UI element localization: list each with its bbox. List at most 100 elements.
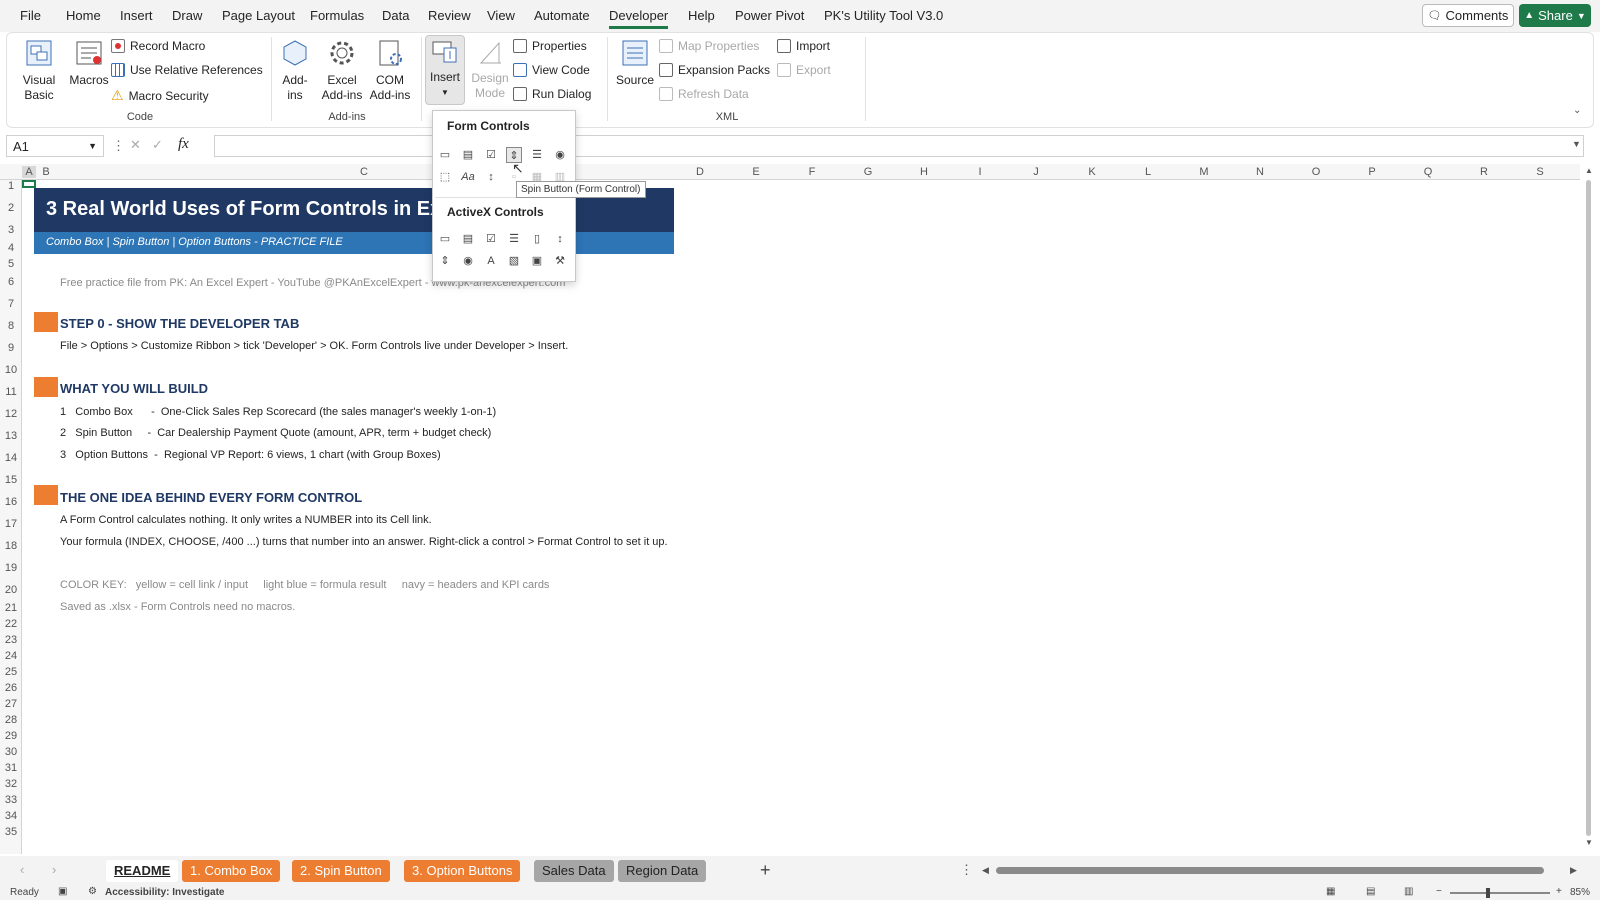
row-header[interactable]: 32 bbox=[0, 778, 22, 790]
label-icon[interactable]: Aa bbox=[460, 169, 476, 185]
row-header[interactable]: 12 bbox=[0, 408, 22, 420]
column-header[interactable]: O bbox=[1288, 166, 1344, 178]
row-header[interactable]: 15 bbox=[0, 474, 22, 486]
refresh-data-button[interactable]: Refresh Data bbox=[659, 87, 749, 101]
scroll-left-icon[interactable]: ◀ bbox=[982, 865, 989, 876]
row-header[interactable]: 35 bbox=[0, 826, 22, 838]
row-header[interactable]: 17 bbox=[0, 518, 22, 530]
row-header[interactable]: 14 bbox=[0, 452, 22, 464]
sheet-tab[interactable]: 1. Combo Box bbox=[182, 860, 281, 882]
row-header[interactable]: 33 bbox=[0, 794, 22, 806]
excel-add-ins-button[interactable]: Excel Add-ins bbox=[319, 37, 365, 103]
enter-check-icon[interactable]: ✓ bbox=[152, 137, 163, 153]
checkbox-icon[interactable]: ☑ bbox=[483, 147, 499, 163]
column-header[interactable]: E bbox=[728, 166, 784, 178]
tab-view[interactable]: View bbox=[487, 8, 515, 23]
row-header[interactable]: 2 bbox=[0, 202, 22, 214]
macro-record-icon[interactable]: ▣ bbox=[58, 886, 67, 897]
more-options-icon[interactable]: ⋮ bbox=[960, 862, 973, 878]
row-header[interactable]: 7 bbox=[0, 298, 22, 310]
column-header[interactable]: B bbox=[36, 166, 56, 178]
row-header[interactable]: 29 bbox=[0, 730, 22, 742]
sheet-tab[interactable]: Sales Data bbox=[534, 860, 614, 882]
column-header[interactable]: H bbox=[896, 166, 952, 178]
row-header[interactable]: 16 bbox=[0, 496, 22, 508]
expand-formula-icon[interactable]: ▼ bbox=[1572, 139, 1581, 149]
column-header[interactable]: M bbox=[1176, 166, 1232, 178]
option-button-icon[interactable]: ◉ bbox=[460, 253, 476, 269]
tab-data[interactable]: Data bbox=[382, 8, 409, 23]
spin-button-icon[interactable]: ⇕ bbox=[437, 253, 453, 269]
sheet-tab[interactable]: 2. Spin Button bbox=[292, 860, 390, 882]
more-controls-icon[interactable]: ⚒ bbox=[552, 253, 568, 269]
record-macro-button[interactable]: Record Macro bbox=[111, 39, 205, 53]
tab-formulas[interactable]: Formulas bbox=[310, 8, 364, 23]
sheet-tab[interactable]: 3. Option Buttons bbox=[404, 860, 521, 882]
row-header[interactable]: 6 bbox=[0, 276, 22, 288]
column-header[interactable]: L bbox=[1120, 166, 1176, 178]
zoom-level[interactable]: 85% bbox=[1570, 887, 1590, 898]
tab-power-pivot[interactable]: Power Pivot bbox=[735, 8, 804, 23]
selected-cell-a1[interactable] bbox=[22, 180, 36, 188]
column-header[interactable]: K bbox=[1064, 166, 1120, 178]
export-button[interactable]: Export bbox=[777, 63, 831, 77]
column-header[interactable]: G bbox=[840, 166, 896, 178]
row-header[interactable]: 20 bbox=[0, 584, 22, 596]
label-icon[interactable]: A bbox=[483, 253, 499, 269]
tab-developer[interactable]: Developer bbox=[609, 8, 669, 29]
row-header[interactable]: 1 bbox=[0, 180, 22, 192]
row-header[interactable]: 5 bbox=[0, 258, 22, 270]
scroll-right-icon[interactable]: ▶ bbox=[1570, 865, 1577, 876]
scroll-bar-icon[interactable]: ↕ bbox=[552, 231, 568, 247]
row-header[interactable]: 31 bbox=[0, 762, 22, 774]
tab-review[interactable]: Review bbox=[428, 8, 471, 23]
properties-button[interactable]: Properties bbox=[513, 39, 587, 53]
name-box[interactable]: A1 ▼ bbox=[6, 135, 104, 157]
tab-insert[interactable]: Insert bbox=[120, 8, 153, 23]
design-mode-button[interactable]: Design Mode bbox=[469, 37, 511, 101]
row-header[interactable]: 28 bbox=[0, 714, 22, 726]
row-header[interactable]: 27 bbox=[0, 698, 22, 710]
tab-home[interactable]: Home bbox=[66, 8, 101, 23]
tab-file[interactable]: File bbox=[20, 8, 41, 23]
row-header[interactable]: 11 bbox=[0, 386, 22, 398]
row-header[interactable]: 3 bbox=[0, 224, 22, 236]
option-button-icon[interactable]: ◉ bbox=[552, 147, 568, 163]
macros-button[interactable]: Macros bbox=[67, 37, 111, 88]
page-layout-view-icon[interactable]: ▤ bbox=[1366, 886, 1375, 897]
row-header[interactable]: 22 bbox=[0, 618, 22, 630]
column-header[interactable]: D bbox=[672, 166, 728, 178]
zoom-in-icon[interactable]: + bbox=[1556, 886, 1562, 897]
tab-page-layout[interactable]: Page Layout bbox=[222, 8, 295, 23]
row-header[interactable]: 21 bbox=[0, 602, 22, 614]
vertical-scroll-thumb[interactable] bbox=[1586, 180, 1591, 836]
comments-button[interactable]: 🗨 Comments bbox=[1422, 4, 1514, 27]
column-header[interactable]: F bbox=[784, 166, 840, 178]
cancel-icon[interactable]: ✕ bbox=[130, 137, 141, 153]
scroll-down-icon[interactable]: ▼ bbox=[1585, 838, 1593, 847]
row-header[interactable]: 30 bbox=[0, 746, 22, 758]
combo-box-icon[interactable]: ▤ bbox=[460, 147, 476, 163]
button-icon[interactable]: ▭ bbox=[437, 231, 453, 247]
column-header[interactable]: C bbox=[56, 166, 672, 178]
column-header[interactable]: N bbox=[1232, 166, 1288, 178]
row-header[interactable]: 19 bbox=[0, 562, 22, 574]
more-options-icon[interactable]: ⋮ bbox=[112, 138, 125, 154]
zoom-out-icon[interactable]: − bbox=[1436, 886, 1442, 897]
scroll-bar-icon[interactable]: ↕ bbox=[483, 169, 499, 185]
add-ins-button[interactable]: Add- ins bbox=[275, 37, 315, 103]
tab-help[interactable]: Help bbox=[688, 8, 715, 23]
row-header[interactable]: 18 bbox=[0, 540, 22, 552]
zoom-slider[interactable] bbox=[1450, 892, 1550, 894]
image-icon[interactable]: ▧ bbox=[506, 253, 522, 269]
worksheet[interactable]: 3 Real World Uses of Form Controls in Ex… bbox=[22, 180, 1580, 854]
com-add-ins-button[interactable]: COM Add-ins bbox=[367, 37, 413, 103]
column-header[interactable]: I bbox=[952, 166, 1008, 178]
share-button[interactable]: ▲ Share ▼ bbox=[1519, 4, 1591, 27]
text-box-icon[interactable]: ▯ bbox=[529, 231, 545, 247]
row-header[interactable]: 10 bbox=[0, 364, 22, 376]
add-sheet-button[interactable]: + bbox=[760, 860, 771, 881]
import-button[interactable]: Import bbox=[777, 39, 830, 53]
button-icon[interactable]: ▭ bbox=[437, 147, 453, 163]
sheet-tab[interactable]: README bbox=[106, 860, 179, 882]
